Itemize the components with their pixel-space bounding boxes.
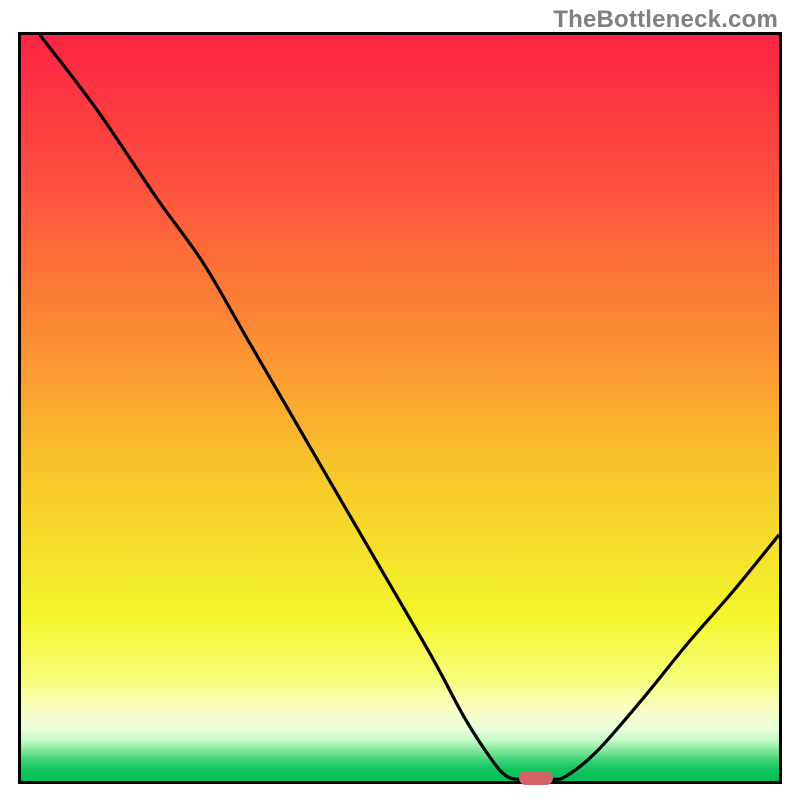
chart-frame [18,32,782,784]
watermark-text: TheBottleneck.com [553,6,778,34]
optimal-point-marker-icon [519,771,553,785]
bottleneck-curve-plot [21,35,779,781]
